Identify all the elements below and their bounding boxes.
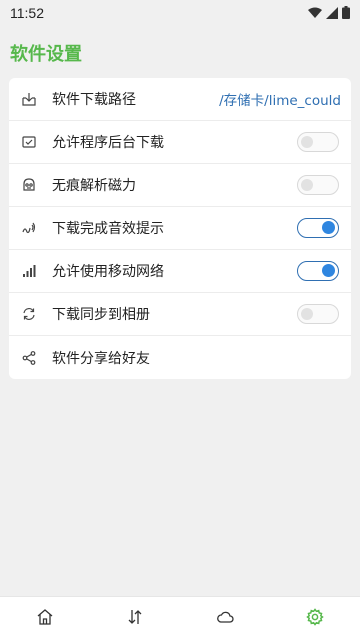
setting-row-incognito-magnet[interactable]: 无痕解析磁力 <box>9 164 351 207</box>
nav-settings[interactable] <box>295 599 335 639</box>
nav-cloud[interactable] <box>205 599 245 639</box>
settings-gear-icon <box>306 607 324 630</box>
setting-row-complete-sound[interactable]: 下载完成音效提示 <box>9 207 351 250</box>
setting-row-share-app[interactable]: 软件分享给好友 <box>9 336 351 379</box>
setting-row-download-path[interactable]: 软件下载路径 /存储卡/lime_could <box>9 78 351 121</box>
status-bar: 11:52 <box>0 0 360 26</box>
share-icon <box>21 350 37 366</box>
settings-card: 软件下载路径 /存储卡/lime_could 允许程序后台下载 无痕解析磁力 下… <box>9 78 351 379</box>
bottom-nav <box>0 596 360 640</box>
setting-label: 下载同步到相册 <box>52 307 150 323</box>
setting-label: 软件下载路径 <box>52 92 136 108</box>
background-download-icon <box>21 134 37 150</box>
incognito-magnet-toggle[interactable] <box>297 175 339 195</box>
setting-label: 允许使用移动网络 <box>52 264 164 280</box>
sync-icon <box>21 306 37 322</box>
setting-label: 下载完成音效提示 <box>52 221 164 237</box>
incognito-icon <box>21 177 37 193</box>
complete-sound-toggle[interactable] <box>297 218 339 238</box>
signal-bars-icon <box>21 263 37 279</box>
status-time: 11:52 <box>10 5 44 21</box>
setting-label: 允许程序后台下载 <box>52 135 164 151</box>
transfer-icon <box>126 608 144 630</box>
sync-album-toggle[interactable] <box>297 304 339 324</box>
nav-home[interactable] <box>25 599 65 639</box>
sound-icon <box>21 220 37 236</box>
setting-label: 软件分享给好友 <box>52 350 150 367</box>
status-icons <box>308 4 350 23</box>
download-box-icon <box>21 91 37 107</box>
wifi-icon <box>308 4 322 23</box>
nav-transfer[interactable] <box>115 599 155 639</box>
background-download-toggle[interactable] <box>297 132 339 152</box>
setting-row-background-download[interactable]: 允许程序后台下载 <box>9 121 351 164</box>
download-path-value[interactable]: /存储卡/lime_could <box>219 89 341 109</box>
signal-icon <box>326 4 338 23</box>
cloud-icon <box>216 608 234 630</box>
setting-row-mobile-network[interactable]: 允许使用移动网络 <box>9 250 351 293</box>
setting-label: 无痕解析磁力 <box>52 178 136 194</box>
page-title: 软件设置 <box>10 44 82 65</box>
battery-icon <box>342 4 350 23</box>
mobile-network-toggle[interactable] <box>297 261 339 281</box>
home-icon <box>36 608 54 630</box>
setting-row-sync-album[interactable]: 下载同步到相册 <box>9 293 351 336</box>
